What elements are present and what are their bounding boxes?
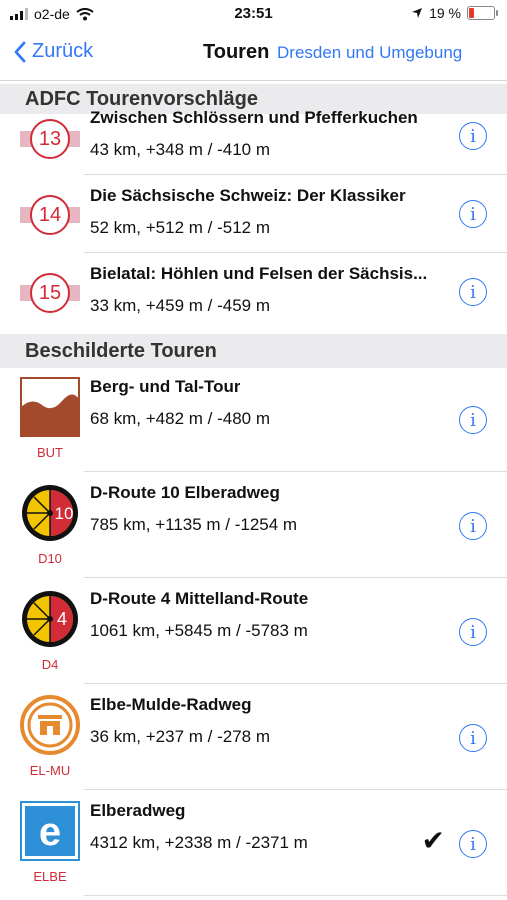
tour-row-elmu[interactable]: EL-MU Elbe-Mulde-Radweg 36 km, +237 m / … — [0, 684, 507, 790]
tour-number-badge: 13 — [20, 119, 80, 159]
route-code: EL-MU — [29, 763, 71, 778]
tour-stats: 1061 km, +5845 m / -5783 m — [90, 621, 308, 640]
d-route-wheel-icon: 4 — [22, 591, 78, 647]
tour-row-elbe[interactable]: e ELBE Elberadweg 4312 km, +2338 m / -23… — [0, 790, 507, 896]
elberadweg-logo-icon: e — [20, 801, 80, 861]
section-header-signed: Beschilderte Touren — [0, 334, 507, 368]
battery-percent: 19 % — [429, 5, 461, 21]
checkmark-icon: ✔ — [421, 825, 445, 856]
info-icon[interactable]: i — [459, 200, 487, 228]
tour-stats: 43 km, +348 m / -410 m — [90, 140, 270, 159]
tour-title: Zwischen Schlössern und Pfefferkuchen — [90, 108, 418, 127]
wheel-number: 10 — [55, 504, 74, 523]
info-icon[interactable]: i — [459, 278, 487, 306]
info-icon[interactable]: i — [459, 618, 487, 646]
tour-title: Berg- und Tal-Tour — [90, 377, 241, 396]
tour-title: Elbe-Mulde-Radweg — [90, 695, 252, 714]
back-label: Zurück — [32, 40, 94, 62]
tour-number-badge: 14 — [20, 195, 80, 235]
tour-title: Die Sächsische Schweiz: Der Klassiker — [90, 186, 406, 205]
tour-row-d4[interactable]: 4 D4 D-Route 4 Mittelland-Route 1061 km,… — [0, 578, 507, 684]
tour-stats: 52 km, +512 m / -512 m — [90, 218, 270, 237]
tour-title: Bielatal: Höhlen und Felsen der Sächsis.… — [90, 264, 428, 283]
tour-number-badge: 15 — [20, 273, 80, 313]
page-title: Touren — [203, 41, 270, 63]
logo-letter: e — [39, 810, 61, 854]
d-route-wheel-icon: 10 — [22, 485, 78, 541]
info-icon[interactable]: i — [459, 724, 487, 752]
tour-row-adfc-13[interactable]: 13 Zwischen Schlössern und Pfefferkuchen… — [0, 108, 507, 175]
elbe-mulde-logo-icon — [20, 695, 80, 755]
status-bar: o2-de 23:51 19 % — [0, 0, 507, 28]
navigation-bar: Zurück Touren Dresden und Umgebung — [0, 28, 507, 81]
info-icon[interactable]: i — [459, 406, 487, 434]
tour-stats: 33 km, +459 m / -459 m — [90, 296, 270, 315]
tour-title: D-Route 10 Elberadweg — [90, 483, 280, 502]
tour-stats: 36 km, +237 m / -278 m — [90, 727, 270, 746]
tour-row-but[interactable]: BUT Berg- und Tal-Tour 68 km, +482 m / -… — [0, 368, 507, 472]
tour-row-adfc-15[interactable]: 15 Bielatal: Höhlen und Felsen der Sächs… — [0, 253, 507, 332]
location-arrow-icon — [412, 8, 423, 18]
route-code: D4 — [41, 657, 59, 672]
route-code: D10 — [38, 551, 62, 566]
tour-row-adfc-14[interactable]: 14 Die Sächsische Schweiz: Der Klassiker… — [0, 175, 507, 253]
tour-stats: 785 km, +1135 m / -1254 m — [90, 515, 298, 534]
tour-title: Elberadweg — [90, 801, 186, 820]
back-button[interactable]: Zurück — [14, 40, 93, 63]
route-code: BUT — [37, 445, 63, 460]
chevron-left-icon — [14, 41, 26, 62]
region-button[interactable]: Dresden und Umgebung — [277, 43, 462, 63]
tour-row-d10[interactable]: 10 D10 D-Route 10 Elberadweg 785 km, +11… — [0, 472, 507, 578]
tour-title: D-Route 4 Mittelland-Route — [90, 589, 309, 608]
status-right: 19 % — [411, 5, 498, 21]
route-code: ELBE — [33, 869, 67, 884]
info-icon[interactable]: i — [459, 122, 487, 150]
wheel-number: 4 — [57, 609, 67, 629]
battery-icon — [467, 6, 498, 20]
info-icon[interactable]: i — [459, 830, 487, 858]
info-icon[interactable]: i — [459, 512, 487, 540]
tour-stats: 68 km, +482 m / -480 m — [90, 409, 270, 428]
mountain-profile-icon — [20, 377, 80, 437]
tour-stats: 4312 km, +2338 m / -2371 m — [90, 833, 308, 852]
